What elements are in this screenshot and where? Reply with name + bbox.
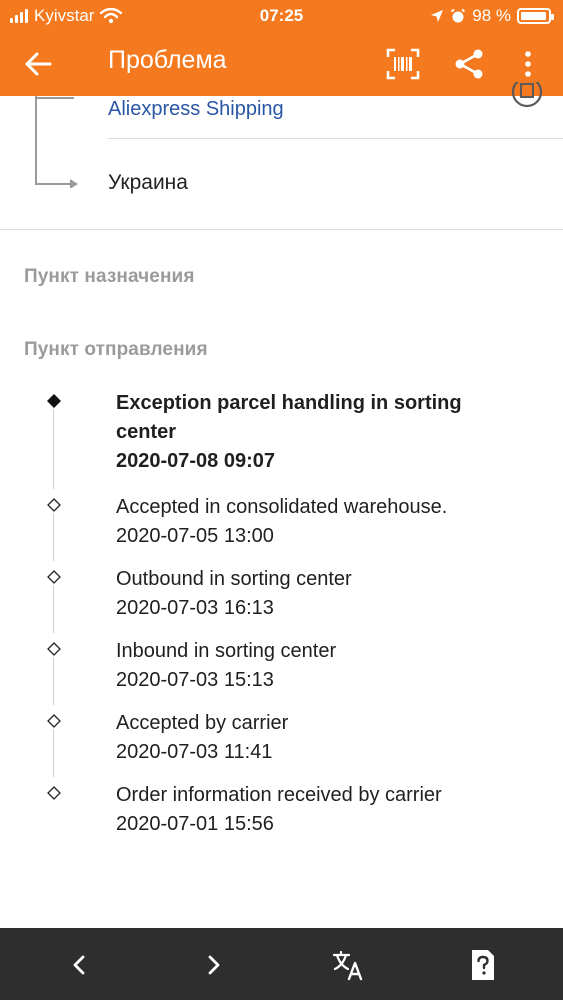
- translate-icon[interactable]: [331, 948, 365, 982]
- timeline-event: Accepted by carrier 2020-07-03 11:41: [0, 705, 563, 777]
- status-diamond-icon: [47, 498, 61, 512]
- event-datetime: 2020-07-05 13:00: [116, 525, 274, 547]
- event-datetime: 2020-07-03 16:13: [116, 597, 274, 619]
- bottom-toolbar: [0, 928, 563, 1000]
- event-details: Exception parcel handling in sorting cen…: [116, 389, 516, 476]
- event-datetime: 2020-07-08 09:07: [116, 450, 276, 472]
- timeline-event: Accepted in consolidated warehouse. 2020…: [0, 489, 563, 561]
- tracking-timeline: Exception parcel handling in sorting cen…: [0, 385, 563, 849]
- event-datetime: 2020-07-03 15:13: [116, 669, 274, 691]
- destination-country: Украина: [108, 171, 188, 194]
- current-status-diamond-icon: [47, 394, 61, 408]
- timeline-line: [53, 585, 54, 633]
- event-datetime: 2020-07-03 11:41: [116, 741, 273, 763]
- carrier-link[interactable]: Aliexpress Shipping: [108, 98, 284, 121]
- timeline-line: [53, 409, 54, 489]
- battery-percent: 98 %: [472, 6, 511, 25]
- timeline-event: Exception parcel handling in sorting cen…: [0, 385, 563, 489]
- route-connector-icon: [35, 96, 78, 188]
- share-icon[interactable]: [452, 47, 486, 81]
- timeline-line: [53, 657, 54, 705]
- event-title: Order information received by carrier: [116, 784, 442, 806]
- alarm-icon: [451, 8, 466, 23]
- back-arrow-icon[interactable]: [22, 48, 54, 80]
- event-details: Accepted in consolidated warehouse. 2020…: [116, 493, 516, 551]
- event-title: Accepted by carrier: [116, 712, 289, 734]
- help-document-icon[interactable]: [466, 948, 500, 982]
- timeline-line: [53, 729, 54, 777]
- status-diamond-icon: [47, 642, 61, 656]
- event-title: Outbound in sorting center: [116, 568, 352, 590]
- prev-chevron-icon[interactable]: [62, 948, 96, 982]
- status-bar: Kyivstar 07:25 98 %: [0, 0, 563, 32]
- event-title: Accepted in consolidated warehouse.: [116, 496, 448, 518]
- destination-label: Пункт назначения: [24, 266, 195, 287]
- page-title: Проблема: [108, 46, 227, 74]
- app-bar: Проблема: [0, 32, 563, 96]
- copy-icon[interactable]: [510, 82, 544, 112]
- divider: [108, 138, 563, 139]
- status-diamond-icon: [47, 714, 61, 728]
- status-right: 98 %: [430, 6, 554, 26]
- timeline-line: [53, 513, 54, 561]
- battery-icon: [517, 8, 554, 24]
- event-datetime: 2020-07-01 15:56: [116, 813, 274, 835]
- status-diamond-icon: [47, 570, 61, 584]
- event-details: Order information received by carrier 20…: [116, 781, 516, 839]
- next-chevron-icon[interactable]: [197, 948, 231, 982]
- event-title: Exception parcel handling in sorting cen…: [116, 392, 462, 443]
- timeline-event: Inbound in sorting center 2020-07-03 15:…: [0, 633, 563, 705]
- route-card: Aliexpress Shipping Украина: [0, 82, 563, 230]
- timeline-event: Order information received by carrier 20…: [0, 777, 563, 849]
- event-details: Outbound in sorting center 2020-07-03 16…: [116, 565, 516, 623]
- event-details: Inbound in sorting center 2020-07-03 15:…: [116, 637, 516, 695]
- event-title: Inbound in sorting center: [116, 640, 337, 662]
- origin-label: Пункт отправления: [24, 339, 208, 360]
- timeline-event: Outbound in sorting center 2020-07-03 16…: [0, 561, 563, 633]
- location-arrow-icon: [431, 10, 444, 22]
- event-details: Accepted by carrier 2020-07-03 11:41: [116, 709, 516, 767]
- more-vert-icon[interactable]: [518, 48, 538, 80]
- status-diamond-icon: [47, 786, 61, 800]
- barcode-scan-icon[interactable]: [386, 48, 420, 80]
- top-bar: Kyivstar 07:25 98 % Проблема: [0, 0, 563, 96]
